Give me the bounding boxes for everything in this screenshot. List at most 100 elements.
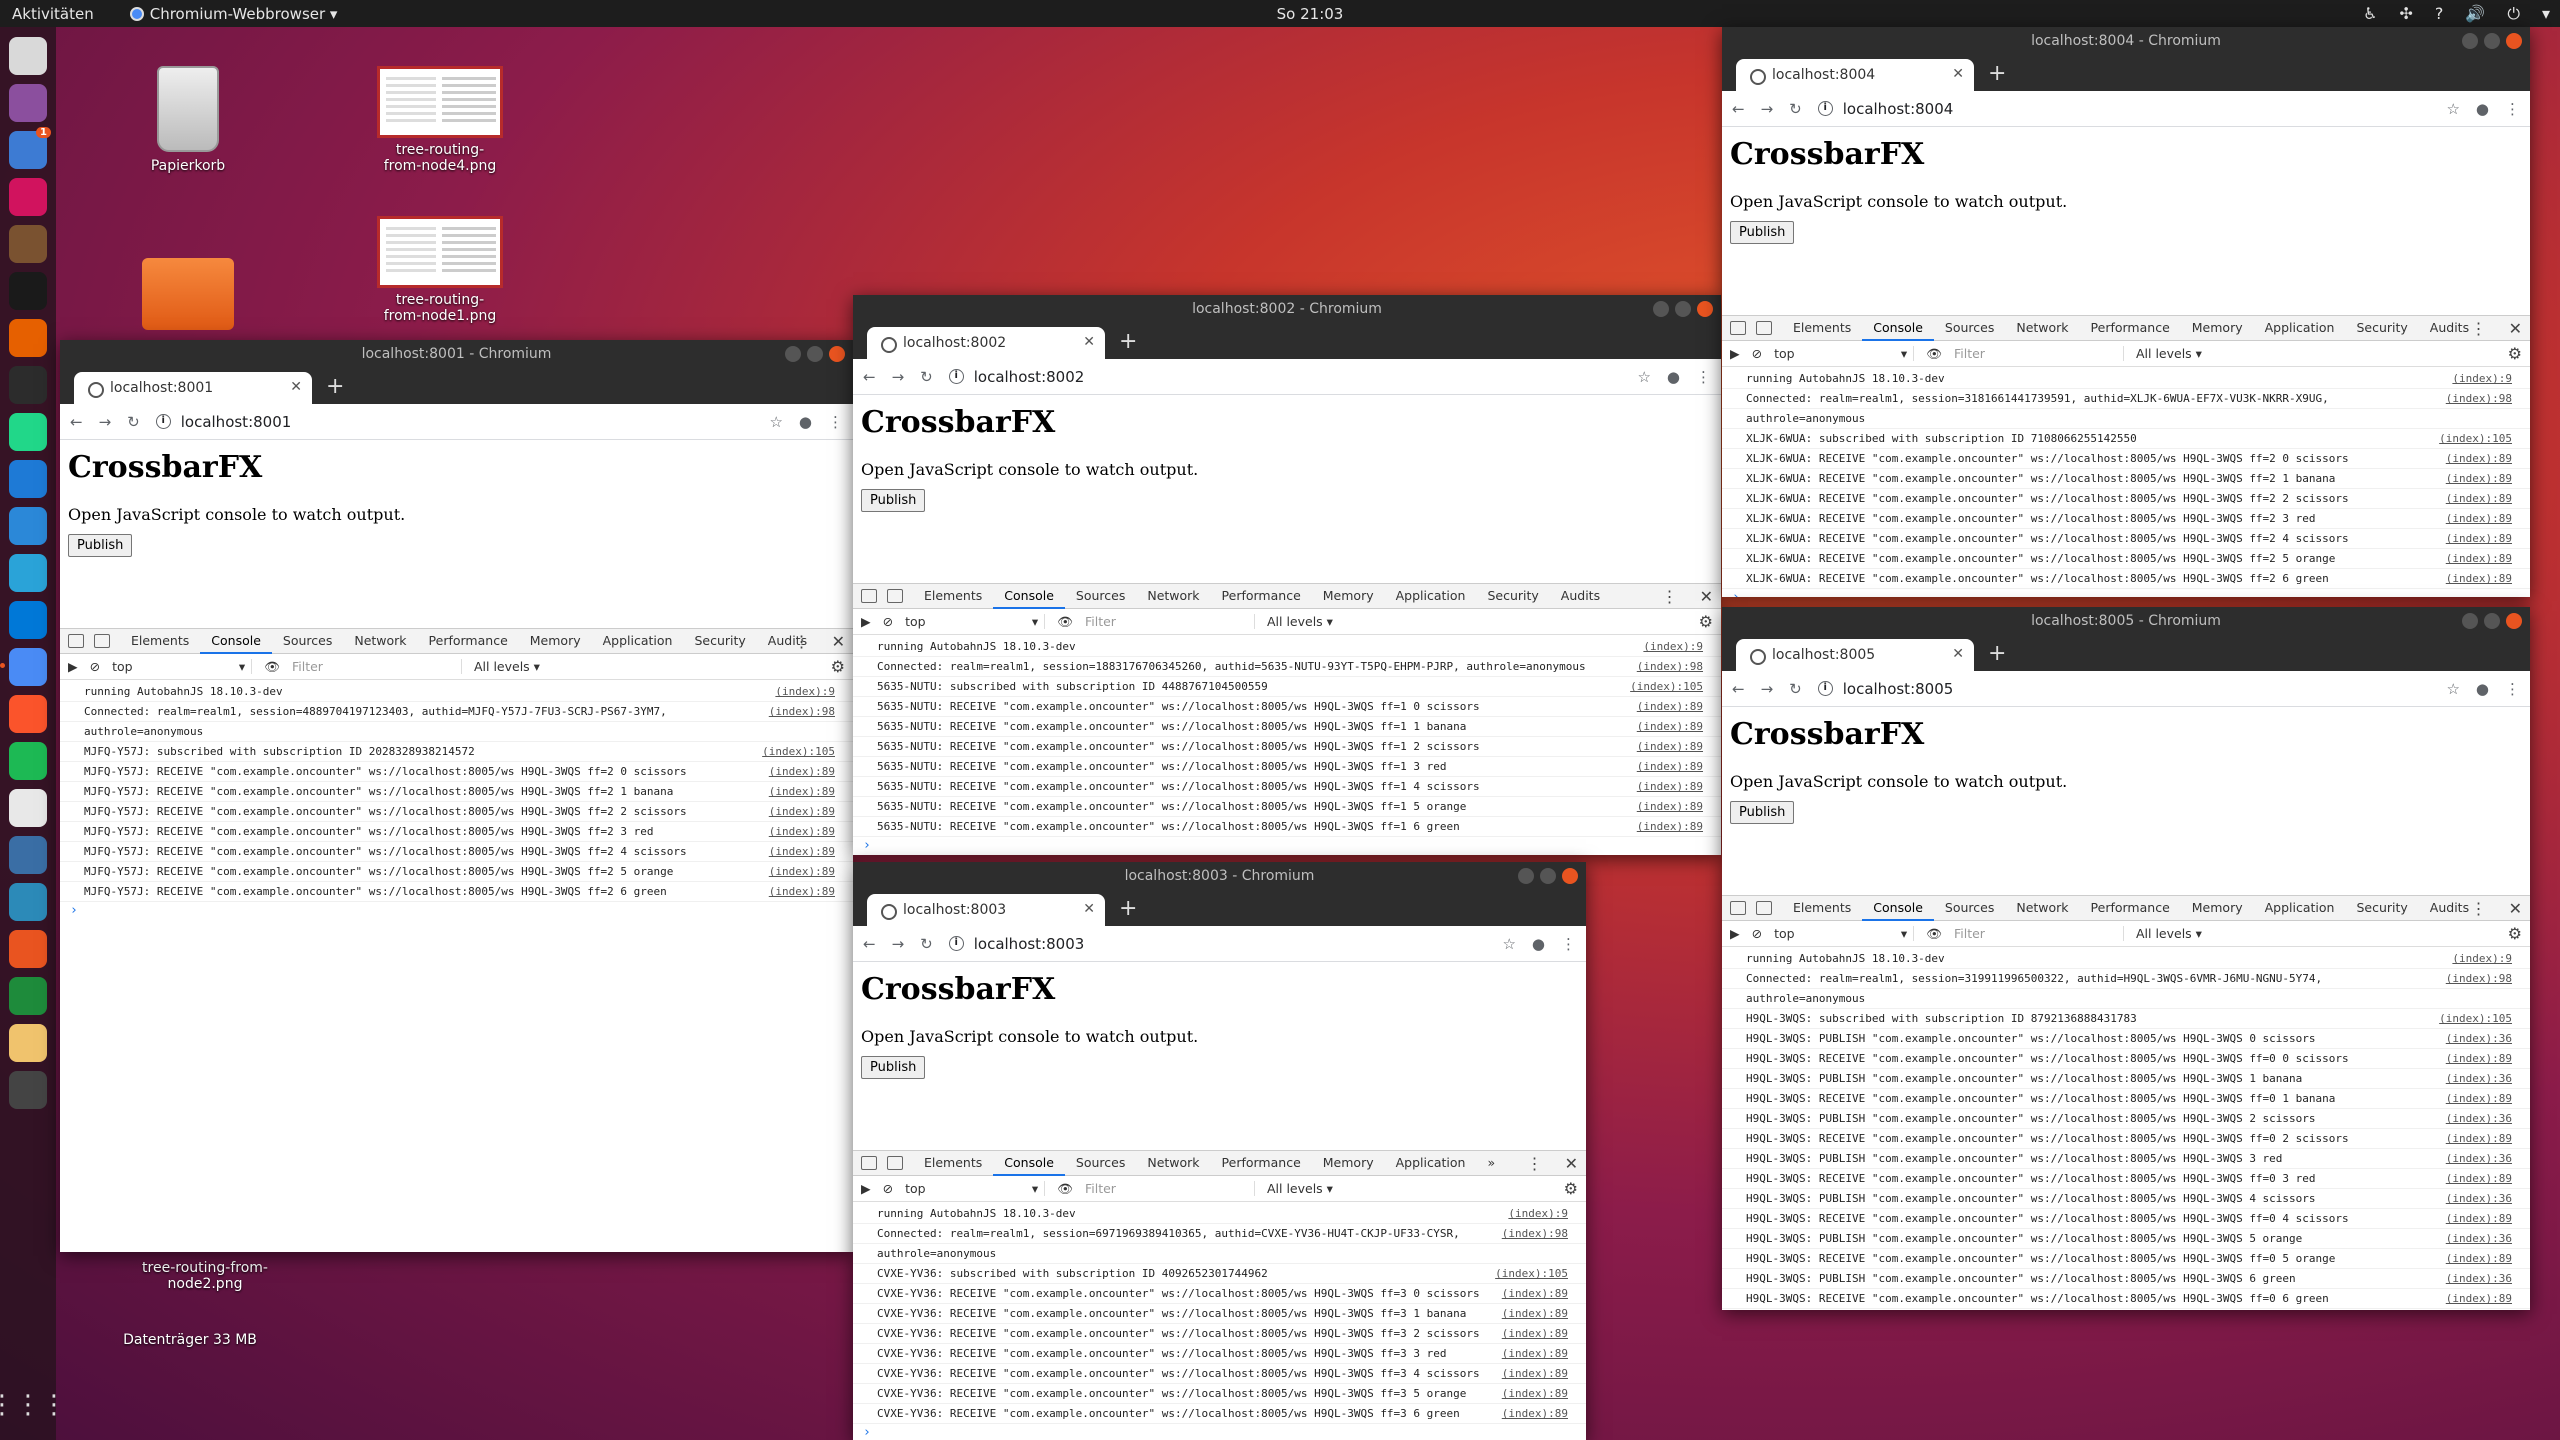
console-source-link[interactable]: (index):89 — [1637, 777, 1703, 796]
forward-icon[interactable]: → — [1761, 100, 1774, 118]
devtools-tab-network[interactable]: Network — [2005, 895, 2079, 921]
device-toggle-icon[interactable] — [887, 589, 903, 603]
minimize-icon[interactable] — [1518, 868, 1534, 884]
devtools-tab-elements[interactable]: Elements — [1782, 895, 1862, 921]
spotify-icon[interactable] — [9, 742, 47, 780]
filter-input[interactable]: Filter — [1085, 1181, 1255, 1196]
forward-icon[interactable]: → — [1761, 680, 1774, 698]
window-titlebar[interactable]: localhost:8004 - Chromium — [1722, 27, 2530, 55]
device-toggle-icon[interactable] — [1756, 321, 1772, 335]
s-app-icon[interactable] — [9, 272, 47, 310]
devtools-close-icon[interactable]: ✕ — [2509, 899, 2522, 918]
window-titlebar[interactable]: localhost:8002 - Chromium — [853, 295, 1721, 323]
devtools-tab-memory[interactable]: Memory — [1312, 583, 1385, 609]
device-toggle-icon[interactable] — [1756, 901, 1772, 915]
devtools-menu-icon[interactable]: ⋮ — [794, 632, 810, 651]
new-tab-icon[interactable]: + — [1119, 329, 1137, 354]
devtools-tab-performance[interactable]: Performance — [1211, 583, 1312, 609]
back-icon[interactable]: ← — [863, 935, 876, 953]
console-output[interactable]: running AutobahnJS 18.10.3-dev (index):9… — [853, 1202, 1586, 1440]
address-bar[interactable]: i localhost:8005 — [1817, 680, 2431, 698]
window-titlebar[interactable]: localhost:8001 - Chromium — [60, 340, 853, 368]
context-select[interactable]: top ▾ — [1774, 926, 1915, 941]
profile-icon[interactable]: ● — [799, 413, 812, 431]
chevron-down-icon[interactable]: ▾ — [2542, 4, 2550, 24]
reload-icon[interactable]: ↻ — [1789, 680, 1802, 698]
devtools-tab-more[interactable]: » — [1476, 1150, 1506, 1176]
reload-icon[interactable]: ↻ — [920, 368, 933, 386]
publish-button[interactable]: Publish — [861, 489, 926, 512]
context-select[interactable]: top ▾ — [905, 614, 1046, 629]
console-source-link[interactable]: (index):89 — [1637, 757, 1703, 776]
power-icon[interactable]: ⏻ — [2507, 4, 2520, 24]
sidebar-toggle-icon[interactable]: ▶ — [1730, 346, 1740, 361]
devtools-tab-memory[interactable]: Memory — [2181, 315, 2254, 341]
devtools-tab-console[interactable]: Console — [1862, 895, 1934, 921]
console-source-link[interactable]: (index):89 — [1637, 737, 1703, 756]
console-source-link[interactable]: (index):105 — [2439, 1009, 2512, 1028]
console-source-link[interactable]: (index):89 — [1502, 1324, 1568, 1343]
settings-icon[interactable] — [9, 930, 47, 968]
forward-icon[interactable]: → — [99, 413, 112, 431]
eye-icon[interactable]: 👁 — [264, 659, 280, 675]
device-toggle-icon[interactable] — [94, 634, 110, 648]
info-icon[interactable]: i — [155, 414, 171, 429]
clear-console-icon[interactable]: ⊘ — [883, 1181, 893, 1196]
devtools-tab-application[interactable]: Application — [592, 628, 684, 654]
console-source-link[interactable]: (index):9 — [2452, 369, 2512, 388]
devtools-tab-security[interactable]: Security — [2345, 895, 2418, 921]
desktop-folder[interactable] — [108, 258, 268, 330]
devtools-menu-icon[interactable]: ⋮ — [1527, 1154, 1543, 1173]
forward-icon[interactable]: → — [892, 935, 905, 953]
filter-input[interactable]: Filter — [1954, 346, 2124, 361]
console-source-link[interactable]: (index):9 — [1508, 1204, 1568, 1223]
console-prompt[interactable]: › — [1722, 1309, 2530, 1310]
maximize-icon[interactable] — [1540, 868, 1556, 884]
console-source-link[interactable]: (index):9 — [775, 682, 835, 701]
maximize-icon[interactable] — [1675, 301, 1691, 317]
levels-select[interactable]: All levels ▾ — [2136, 346, 2202, 361]
vscode-icon[interactable] — [9, 460, 47, 498]
console-source-link[interactable]: (index):89 — [769, 762, 835, 781]
console-prompt[interactable]: › — [1722, 589, 2530, 597]
minimize-icon[interactable] — [2462, 613, 2478, 629]
console-source-link[interactable]: (index):89 — [2446, 549, 2512, 568]
close-tab-icon[interactable]: ✕ — [1952, 646, 1964, 662]
profile-icon[interactable]: ● — [1667, 368, 1680, 386]
devtools-close-icon[interactable]: ✕ — [2509, 319, 2522, 338]
publish-button[interactable]: Publish — [1730, 221, 1795, 244]
inspect-icon[interactable] — [861, 589, 877, 603]
console-source-link[interactable]: (index):98 — [2446, 969, 2512, 988]
window-titlebar[interactable]: localhost:8005 - Chromium — [1722, 607, 2530, 635]
console-prompt[interactable]: › — [60, 902, 853, 920]
bookmark-star-icon[interactable]: ☆ — [2446, 100, 2459, 118]
console-source-link[interactable]: (index):89 — [769, 782, 835, 801]
console-source-link[interactable]: (index):98 — [1502, 1224, 1568, 1243]
inspect-icon[interactable] — [68, 634, 84, 648]
devtools-tab-audits[interactable]: Audits — [1550, 583, 1611, 609]
reload-icon[interactable]: ↻ — [920, 935, 933, 953]
console-source-link[interactable]: (index):89 — [2446, 509, 2512, 528]
devtools-tab-sources[interactable]: Sources — [1934, 315, 2005, 341]
console-source-link[interactable]: (index):9 — [2452, 949, 2512, 968]
console-source-link[interactable]: (index):105 — [1495, 1264, 1568, 1283]
info-icon[interactable]: i — [948, 369, 964, 384]
devtools-tab-application[interactable]: Application — [2254, 895, 2346, 921]
levels-select[interactable]: All levels ▾ — [1267, 1181, 1333, 1196]
window-titlebar[interactable]: localhost:8003 - Chromium — [853, 862, 1586, 890]
document-icon[interactable] — [9, 789, 47, 827]
eye-icon[interactable]: 👁 — [1057, 1181, 1073, 1197]
console-source-link[interactable]: (index):89 — [2446, 1129, 2512, 1148]
devtools-tab-elements[interactable]: Elements — [1782, 315, 1862, 341]
console-source-link[interactable]: (index):9 — [1643, 637, 1703, 656]
app-menu[interactable]: Chromium-Webbrowser ▾ — [129, 5, 337, 23]
devtools-tab-network[interactable]: Network — [1136, 583, 1210, 609]
info-icon[interactable]: i — [948, 936, 964, 951]
telegram-icon[interactable] — [9, 554, 47, 592]
v-app-icon[interactable] — [9, 883, 47, 921]
devtools-tab-performance[interactable]: Performance — [2080, 315, 2181, 341]
console-prompt[interactable]: › — [853, 837, 1721, 855]
app-icon[interactable] — [9, 178, 47, 216]
console-source-link[interactable]: (index):89 — [2446, 569, 2512, 588]
console-output[interactable]: running AutobahnJS 18.10.3-dev (index):9… — [853, 635, 1721, 855]
